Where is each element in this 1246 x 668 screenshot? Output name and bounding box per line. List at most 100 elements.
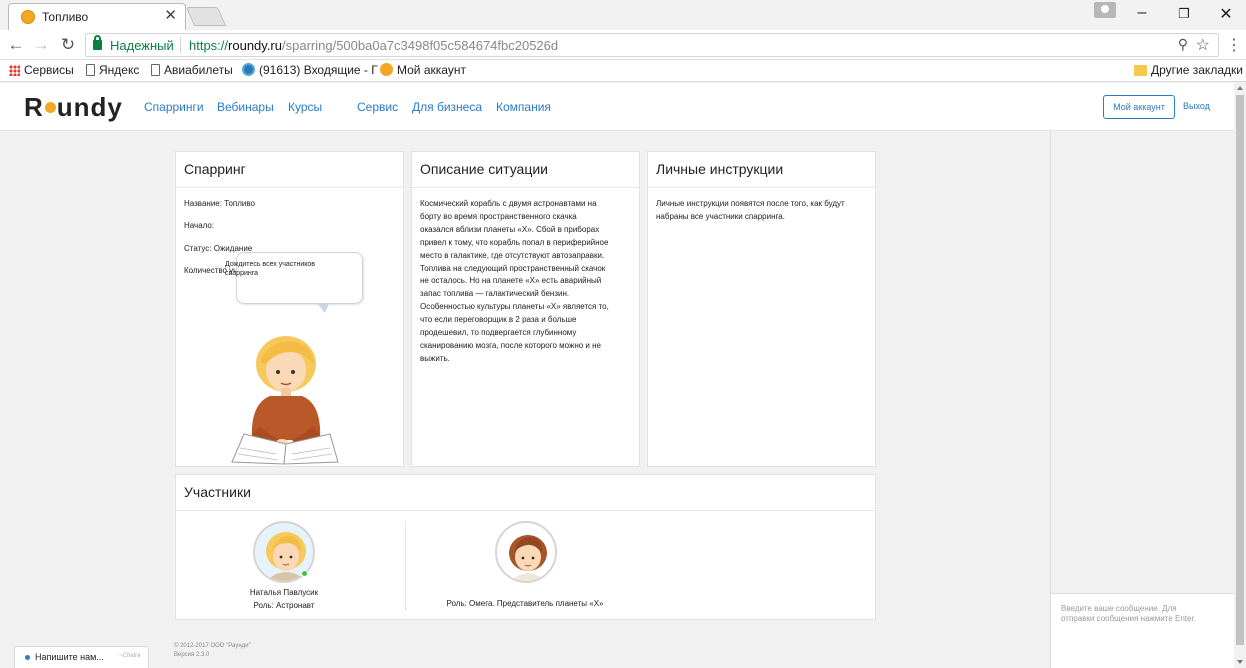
bookmark-label: Авиабилеты: [164, 63, 233, 77]
folder-icon: [1134, 65, 1147, 76]
copyright: © 2012-2017 ООО "Раунди": [174, 643, 251, 649]
nav-service[interactable]: Сервис: [357, 100, 398, 114]
browser-tab-bar: Топливо ✕ – ❐ ✕: [0, 0, 1246, 30]
browser-menu-icon[interactable]: ⋮: [1226, 35, 1242, 55]
scroll-thumb[interactable]: [1236, 95, 1244, 645]
situation-line: Особенностью культуры планеты «Х» являет…: [420, 302, 609, 312]
version: Версия 2.3.0: [174, 652, 210, 658]
scroll-down-icon[interactable]: [1237, 660, 1243, 664]
sparring-heading: Спарринг: [176, 152, 403, 188]
close-tab-icon[interactable]: ✕: [164, 7, 177, 25]
my-account-button[interactable]: Мой аккаунт: [1103, 95, 1175, 119]
bookmark-label: Сервисы: [24, 63, 74, 77]
profile-button[interactable]: [1094, 2, 1116, 18]
roundy-favicon-icon: [21, 10, 35, 24]
situation-heading: Описание ситуации: [412, 152, 639, 188]
situation-line: продешевил, то подвергается глубинному: [420, 328, 577, 338]
secure-label: Надежный: [110, 38, 174, 53]
sparring-card: Спарринг Название: Топливо Начало: Стату…: [175, 151, 404, 467]
new-tab-button[interactable]: [185, 7, 227, 26]
back-arrow-icon[interactable]: ←: [6, 35, 26, 55]
browser-tab[interactable]: Топливо ✕: [8, 3, 186, 30]
instructions-heading: Личные инструкции: [648, 152, 875, 188]
bookmark-inbox[interactable]: (91613) Входящие - Г: [242, 63, 378, 77]
chatra-label: Напишите нам...: [35, 652, 104, 662]
situation-line: запас топлива — галактический бензин.: [420, 289, 570, 299]
other-bookmarks[interactable]: Другие закладки: [1134, 63, 1243, 77]
url-text: https://roundy.ru/sparring/500ba0a7c3498…: [189, 38, 558, 53]
bookmark-star-icon[interactable]: ☆: [1196, 35, 1210, 55]
url-domain: roundy.ru: [228, 38, 282, 53]
instructions-card: Личные инструкции Личные инструкции появ…: [647, 151, 876, 467]
bookmark-label: Мой аккаунт: [397, 63, 466, 77]
sparring-name: Название: Топливо: [184, 199, 255, 208]
mail-icon: [242, 63, 255, 76]
participant-role: Роль: Омега. Представитель планеты «Х»: [446, 599, 604, 608]
bookmark-label: (91613) Входящие - Г: [259, 63, 378, 77]
bookmark-services[interactable]: Сервисы: [9, 63, 74, 77]
situation-line: борту во время пространственного скачка: [420, 211, 577, 221]
situation-line: не осталось. Но на планете «Х» есть авар…: [420, 276, 602, 286]
other-bookmarks-label: Другие закладки: [1151, 63, 1243, 77]
logout-link[interactable]: Выход: [1183, 101, 1210, 111]
bubble-tail: [317, 303, 329, 313]
situation-line: оказался вблизи планеты «Х». Сбой в приб…: [420, 224, 600, 234]
instructions-line: набраны все участники спарринга.: [656, 211, 785, 221]
chat-input[interactable]: Введите ваше сообщение. Для отправки соо…: [1051, 593, 1235, 668]
close-window-button[interactable]: ✕: [1214, 4, 1238, 24]
bookmarks-bar: Сервисы Яндекс Авиабилеты (91613) Входящ…: [0, 60, 1246, 82]
online-status-indicator: [301, 570, 308, 577]
nav-business[interactable]: Для бизнеса: [412, 100, 482, 114]
brunette-avatar-icon: [497, 523, 555, 581]
situation-text: Космический корабль с двумя астронавтами…: [412, 188, 639, 376]
situation-line: сканированию мозга, после которого можно…: [420, 340, 601, 350]
nav-sparrings[interactable]: Спарринги: [144, 100, 204, 114]
browser-toolbar: ← → ↻ Надежный https://roundy.ru/sparrin…: [0, 30, 1246, 60]
chat-panel: Введите ваше сообщение. Для отправки соо…: [1050, 131, 1235, 668]
chat-placeholder: Введите ваше сообщение. Для отправки соо…: [1061, 604, 1231, 624]
nav-company[interactable]: Компания: [496, 100, 551, 114]
scroll-up-icon[interactable]: [1237, 86, 1243, 90]
participant-name: Наталья Павлусик: [249, 588, 319, 597]
user-icon: [1101, 5, 1109, 13]
situation-card: Описание ситуации Космический корабль с …: [411, 151, 640, 467]
participants-heading: Участники: [176, 475, 875, 511]
bookmark-my-account[interactable]: Мой аккаунт: [380, 63, 466, 77]
apps-icon: [9, 65, 20, 76]
tab-title: Топливо: [42, 10, 89, 24]
waiting-girl-illustration: [231, 336, 339, 465]
site-header: Rundy Спарринги Вебинары Курсы Сервис Дл…: [0, 83, 1234, 131]
address-bar[interactable]: Надежный https://roundy.ru/sparring/500b…: [85, 33, 1219, 57]
bookmark-avia[interactable]: Авиабилеты: [151, 63, 233, 77]
footer: © 2012-2017 ООО "Раунди" Версия 2.3.0: [174, 642, 251, 660]
chat-placeholder-line: отправки сообщения нажмите Enter.: [1061, 614, 1196, 623]
minimize-button[interactable]: –: [1130, 4, 1154, 22]
page-scrollbar[interactable]: [1234, 83, 1246, 668]
instructions-text: Личные инструкции появятся после того, к…: [648, 188, 875, 234]
roundy-favicon-icon: [380, 63, 393, 76]
roundy-logo[interactable]: Rundy: [24, 92, 123, 123]
situation-line: что если переговорщик в 2 раза и больше: [420, 315, 577, 325]
situation-line: привел к тому, что корабль попал в периф…: [420, 237, 609, 247]
lock-icon: [93, 35, 102, 50]
situation-line: выжить.: [420, 353, 450, 363]
address-separator: [180, 37, 181, 53]
chat-placeholder-line: Введите ваше сообщение. Для: [1061, 604, 1177, 613]
nav-courses[interactable]: Курсы: [288, 100, 322, 114]
logo-letter: R: [24, 92, 44, 122]
nav-webinars[interactable]: Вебинары: [217, 100, 274, 114]
logo-text: undy: [56, 92, 123, 122]
url-path: /sparring/500ba0a7c3498f05c584674fbc2052…: [282, 38, 559, 53]
participant-role: Роль: Астронавт: [253, 601, 315, 610]
participant-avatar[interactable]: [495, 521, 557, 583]
situation-line: место в галактике, где отсутствуют автоз…: [420, 250, 605, 260]
bookmark-label: Яндекс: [99, 63, 140, 77]
chatra-widget-button[interactable]: Напишите нам... ~Chatra: [14, 646, 149, 668]
restore-button[interactable]: ❐: [1172, 6, 1196, 22]
forward-arrow-icon[interactable]: →: [31, 35, 51, 55]
participants-card: Участники Наталья Павлусик Роль: Астрона…: [175, 474, 876, 620]
bookmark-yandex[interactable]: Яндекс: [86, 63, 139, 77]
zoom-icon[interactable]: ⚲: [1178, 36, 1188, 53]
reload-icon[interactable]: ↻: [58, 35, 78, 55]
speech-bubble: Дождитесь всех участников спарринга: [225, 252, 363, 313]
